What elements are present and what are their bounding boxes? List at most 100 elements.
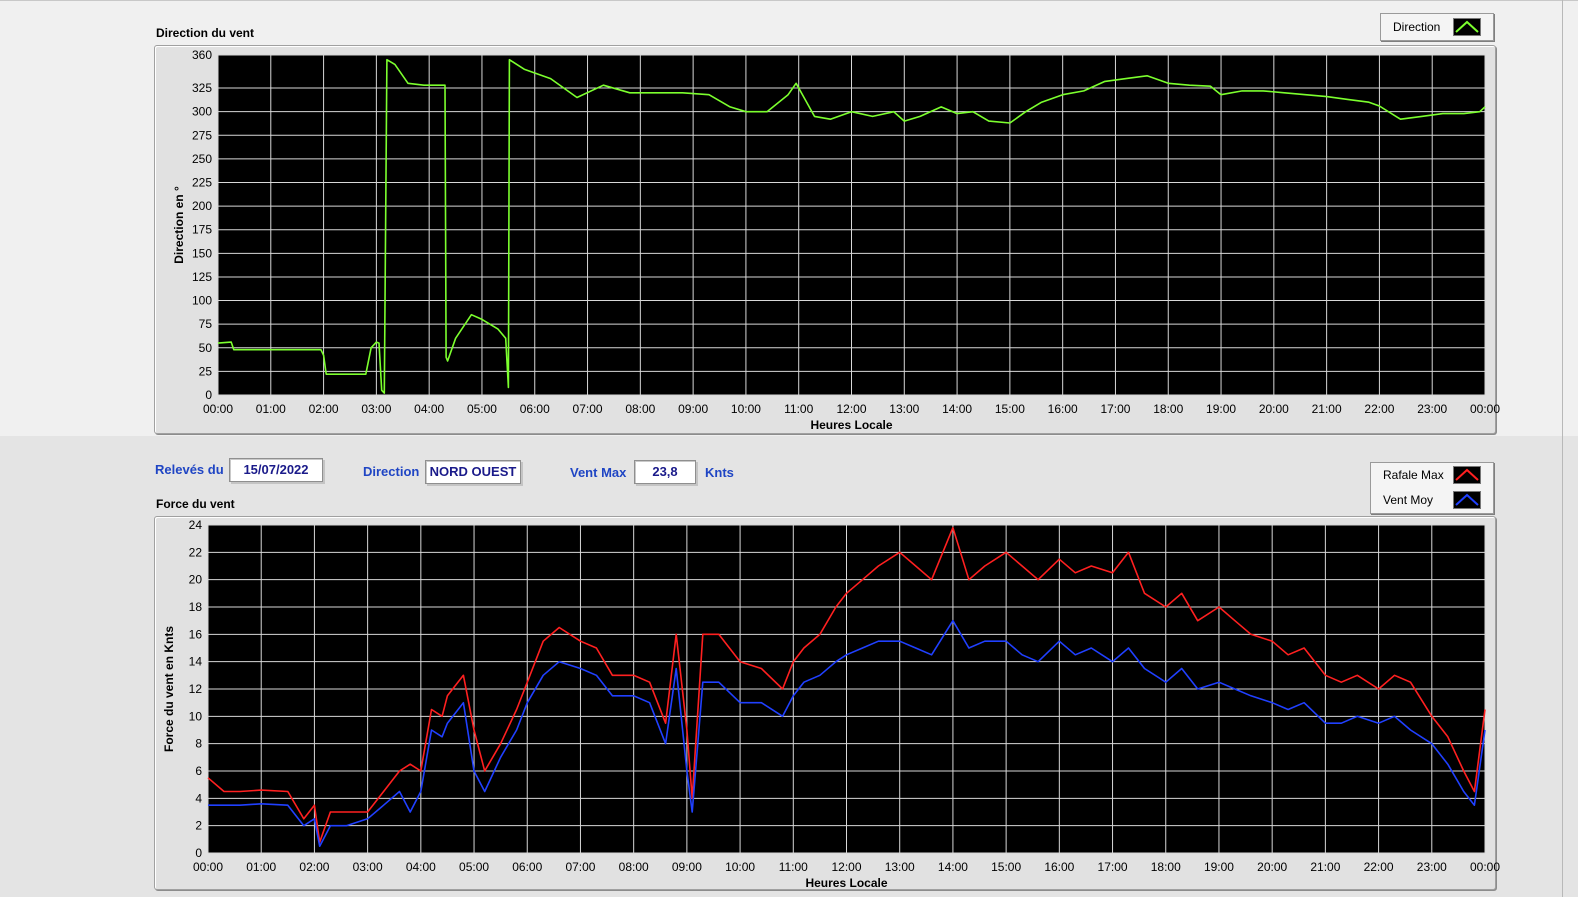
x-tick-label: 17:00	[1100, 402, 1130, 416]
x-tick-label: 12:00	[831, 860, 861, 874]
x-tick-label: 06:00	[512, 860, 542, 874]
x-tick-label: 18:00	[1151, 860, 1181, 874]
x-tick-label: 08:00	[625, 402, 655, 416]
x-tick-label: 02:00	[299, 860, 329, 874]
x-tick-label: 10:00	[725, 860, 755, 874]
legend-label-direction: Direction	[1393, 20, 1441, 34]
x-tick-label: 07:00	[565, 860, 595, 874]
x-tick-label: 02:00	[309, 402, 339, 416]
x-tick-label: 23:00	[1417, 860, 1447, 874]
x-axis-label: Heures Locale	[805, 876, 887, 890]
x-tick-label: 09:00	[678, 402, 708, 416]
force-chart: 00:00 01:00 02:00 03:00 04:00 05:00 06:00 07:00…	[162, 518, 1500, 890]
x-tick-label: 00:00	[1470, 860, 1500, 874]
y-tick-label: 75	[199, 317, 213, 331]
y-tick-label: 10	[189, 709, 203, 723]
x-tick-label: 07:00	[573, 402, 603, 416]
vmax-unit: Knts	[705, 465, 734, 480]
y-tick-label: 325	[192, 81, 212, 95]
legend-item-direction[interactable]: Direction	[1381, 16, 1493, 38]
y-tick-label: 360	[192, 48, 212, 62]
x-tick-label: 16:00	[1044, 860, 1074, 874]
x-tick-label: 22:00	[1364, 402, 1394, 416]
vmax-field[interactable]: 23,8	[634, 460, 696, 484]
x-tick-label: 20:00	[1259, 402, 1289, 416]
line-plot-icon	[1453, 491, 1481, 509]
force-chart-frame: 00:00 01:00 02:00 03:00 04:00 05:00 06:00 07:00…	[154, 516, 1500, 890]
x-tick-label: 10:00	[731, 402, 761, 416]
x-tick-label: 21:00	[1310, 860, 1340, 874]
y-tick-label: 2	[195, 819, 202, 833]
y-tick-label: 4	[195, 791, 202, 805]
y-tick-label: 14	[189, 655, 203, 669]
line-plot-icon	[1453, 18, 1481, 36]
y-tick-label: 175	[192, 223, 212, 237]
x-tick-label: 15:00	[991, 860, 1021, 874]
x-tick-label: 11:00	[779, 860, 808, 874]
direction-label: Direction	[363, 464, 420, 479]
y-tick-label: 0	[195, 846, 202, 860]
direction-chart-frame: 00:00 01:00 02:00 03:00 04:00 05:00 06:00 07:00…	[154, 45, 1500, 434]
y-axis-label: Force du vent en Knts	[162, 626, 176, 752]
x-tick-label: 21:00	[1312, 402, 1342, 416]
y-tick-label: 150	[192, 246, 212, 260]
x-tick-label: 13:00	[885, 860, 915, 874]
y-tick-label: 200	[192, 199, 212, 213]
y-tick-label: 100	[192, 294, 212, 308]
legend-item-rafale-max[interactable]: Rafale Max	[1371, 464, 1493, 486]
y-tick-label: 25	[199, 364, 213, 378]
x-tick-label: 13:00	[889, 402, 919, 416]
x-tick-label: 03:00	[353, 860, 383, 874]
y-tick-label: 225	[192, 176, 212, 190]
x-axis-label: Heures Locale	[810, 418, 892, 432]
x-tick-label: 00:00	[1470, 402, 1500, 416]
direction-field[interactable]: NORD OUEST	[425, 460, 521, 484]
x-tick-label: 23:00	[1417, 402, 1447, 416]
x-tick-label: 22:00	[1364, 860, 1394, 874]
force-chart-title: Force du vent	[156, 497, 235, 511]
y-tick-label: 16	[189, 627, 203, 641]
x-tick-label: 12:00	[836, 402, 866, 416]
x-tick-label: 03:00	[361, 402, 391, 416]
vmax-label: Vent Max	[570, 465, 627, 480]
legend-label-vent-moy: Vent Moy	[1383, 493, 1434, 507]
x-tick-label: 20:00	[1257, 860, 1287, 874]
x-tick-label: 18:00	[1153, 402, 1183, 416]
y-tick-label: 24	[189, 518, 203, 532]
x-tick-label: 19:00	[1204, 860, 1234, 874]
legend-label-rafale-max: Rafale Max	[1383, 468, 1444, 482]
x-tick-label: 17:00	[1098, 860, 1128, 874]
x-tick-label: 08:00	[619, 860, 649, 874]
y-tick-label: 20	[189, 573, 203, 587]
y-tick-label: 12	[189, 682, 203, 696]
date-field[interactable]: 15/07/2022	[229, 458, 323, 482]
x-tick-label: 16:00	[1048, 402, 1078, 416]
y-tick-label: 18	[189, 600, 203, 614]
direction-chart-title: Direction du vent	[156, 26, 255, 40]
x-tick-label: 04:00	[414, 402, 444, 416]
x-tick-label: 01:00	[246, 860, 276, 874]
x-tick-label: 05:00	[459, 860, 489, 874]
x-tick-label: 15:00	[995, 402, 1025, 416]
x-tick-label: 00:00	[203, 402, 233, 416]
x-tick-label: 11:00	[784, 402, 813, 416]
x-tick-label: 05:00	[467, 402, 497, 416]
line-plot-icon	[1453, 466, 1481, 484]
force-legend[interactable]: Rafale Max Vent Moy	[1370, 462, 1494, 514]
y-tick-label: 8	[195, 737, 202, 751]
x-tick-label: 01:00	[256, 402, 286, 416]
x-tick-label: 14:00	[938, 860, 968, 874]
y-tick-label: 50	[199, 341, 213, 355]
window-edge	[1562, 0, 1563, 897]
x-tick-label: 04:00	[406, 860, 436, 874]
direction-legend[interactable]: Direction	[1380, 13, 1494, 41]
y-tick-label: 125	[192, 270, 212, 284]
x-tick-label: 09:00	[672, 860, 702, 874]
y-tick-label: 275	[192, 128, 212, 142]
legend-item-vent-moy[interactable]: Vent Moy	[1371, 489, 1493, 511]
x-tick-label: 00:00	[193, 860, 223, 874]
x-tick-label: 14:00	[942, 402, 972, 416]
y-tick-label: 22	[189, 545, 203, 559]
date-label: Relevés du	[155, 462, 224, 477]
x-tick-label: 19:00	[1206, 402, 1236, 416]
